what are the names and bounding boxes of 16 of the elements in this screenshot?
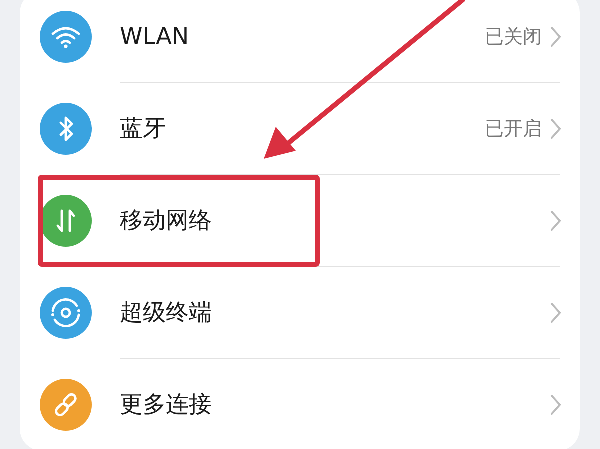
setting-label: 移动网络: [120, 206, 212, 236]
setting-label: 超级终端: [120, 298, 212, 328]
settings-row[interactable]: 超级终端: [20, 267, 580, 359]
chevron-icon: [550, 210, 562, 232]
settings-row[interactable]: 更多连接: [20, 359, 580, 449]
setting-label: 蓝牙: [120, 114, 166, 144]
setting-status: 已关闭: [485, 24, 542, 50]
chevron-icon: [550, 394, 562, 416]
setting-label: 更多连接: [120, 390, 212, 420]
chevron-icon: [550, 302, 562, 324]
chevron-icon: [550, 26, 562, 48]
setting-label: WLAN: [120, 22, 190, 52]
settings-row[interactable]: 移动网络: [20, 175, 580, 267]
setting-status: 已开启: [485, 116, 542, 142]
chevron-icon: [550, 118, 562, 140]
settings-row[interactable]: WLAN 已关闭: [20, 0, 580, 83]
